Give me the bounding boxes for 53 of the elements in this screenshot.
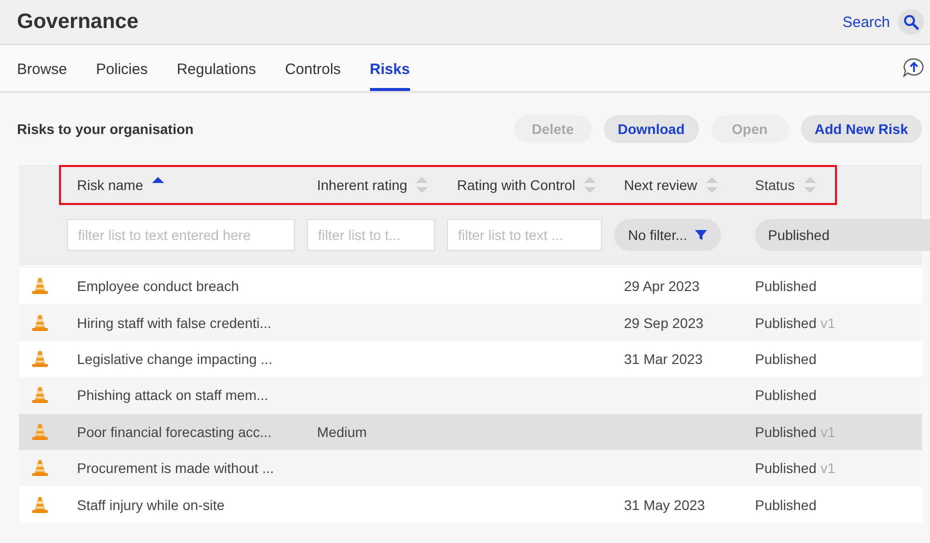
table-cell-text: Legislative change impacting ... xyxy=(76,350,274,367)
status-filter[interactable]: Published xyxy=(755,219,930,251)
action-button[interactable]: Download xyxy=(604,115,699,143)
status-text: Published xyxy=(755,350,816,367)
upload-icon[interactable] xyxy=(902,57,926,79)
status-text: Published xyxy=(755,387,816,404)
table-cell-text: Medium xyxy=(316,424,368,440)
traffic-cone-icon xyxy=(30,277,48,296)
tab[interactable]: Regulations xyxy=(176,61,256,91)
table-cell-text: Hiring staff with false credenti... xyxy=(76,314,272,331)
table-cell-text: Phishing attack on staff mem... xyxy=(76,387,270,404)
status-text: Published xyxy=(755,314,816,331)
version-text: v1 xyxy=(820,460,836,476)
action-button[interactable]: Add New Risk xyxy=(800,115,922,143)
status-text: Published xyxy=(755,460,816,476)
table-cell-text: Staff injury while on-site xyxy=(76,496,226,513)
table-cell-text: 31 May 2023 xyxy=(623,496,706,513)
table-cell-text: Employee conduct breach xyxy=(76,278,240,294)
traffic-cone-icon xyxy=(30,350,48,368)
table-row[interactable]: Staff injury while on-site 31 May 2023 Published xyxy=(19,486,922,523)
table-cell-text: 29 Sep 2023 xyxy=(623,314,704,331)
traffic-cone-icon xyxy=(30,496,48,514)
table-row[interactable]: Employee conduct breach 29 Apr 2023 Published xyxy=(19,268,922,304)
traffic-cone-icon xyxy=(30,314,48,332)
section-title: Risks to your organisation xyxy=(17,121,195,137)
search-icon[interactable] xyxy=(898,9,924,35)
column-header[interactable]: Inherent rating xyxy=(317,177,408,193)
table-cell-text: Poor financial forecasting acc... xyxy=(76,424,273,440)
filter-field[interactable]: filter list to t... xyxy=(307,219,435,251)
status-text: Published xyxy=(755,496,816,513)
traffic-cone-icon xyxy=(30,459,48,478)
funnel-icon xyxy=(695,229,708,241)
column-header[interactable]: Rating with Control xyxy=(457,177,576,193)
filter-dropdown[interactable]: No filter... xyxy=(614,219,722,251)
status-text: Published xyxy=(755,278,816,294)
filter-field[interactable]: filter list to text ... xyxy=(447,219,602,251)
search-link[interactable]: Search xyxy=(842,14,890,30)
column-header[interactable]: Next review xyxy=(624,177,698,193)
tab[interactable]: Controls xyxy=(284,61,341,91)
filter-field[interactable]: filter list to text entered here xyxy=(67,219,295,251)
tab[interactable]: Policies xyxy=(96,61,148,91)
column-header[interactable]: Risk name xyxy=(77,177,144,193)
column-header[interactable]: Status xyxy=(755,177,795,193)
status-text: Published xyxy=(755,424,816,440)
table-cell-text: 29 Apr 2023 xyxy=(623,278,701,294)
tab[interactable]: Browse xyxy=(17,61,68,91)
traffic-cone-icon xyxy=(30,386,48,404)
table-cell-text: 31 Mar 2023 xyxy=(623,350,704,367)
table-cell-text: Procurement is made without ... xyxy=(76,460,275,476)
traffic-cone-icon xyxy=(30,422,48,441)
table-row[interactable]: Legislative change impacting ... 31 Mar 2023 Published xyxy=(19,340,922,378)
version-text: v1 xyxy=(820,314,836,331)
app-title: Governance xyxy=(17,10,140,34)
